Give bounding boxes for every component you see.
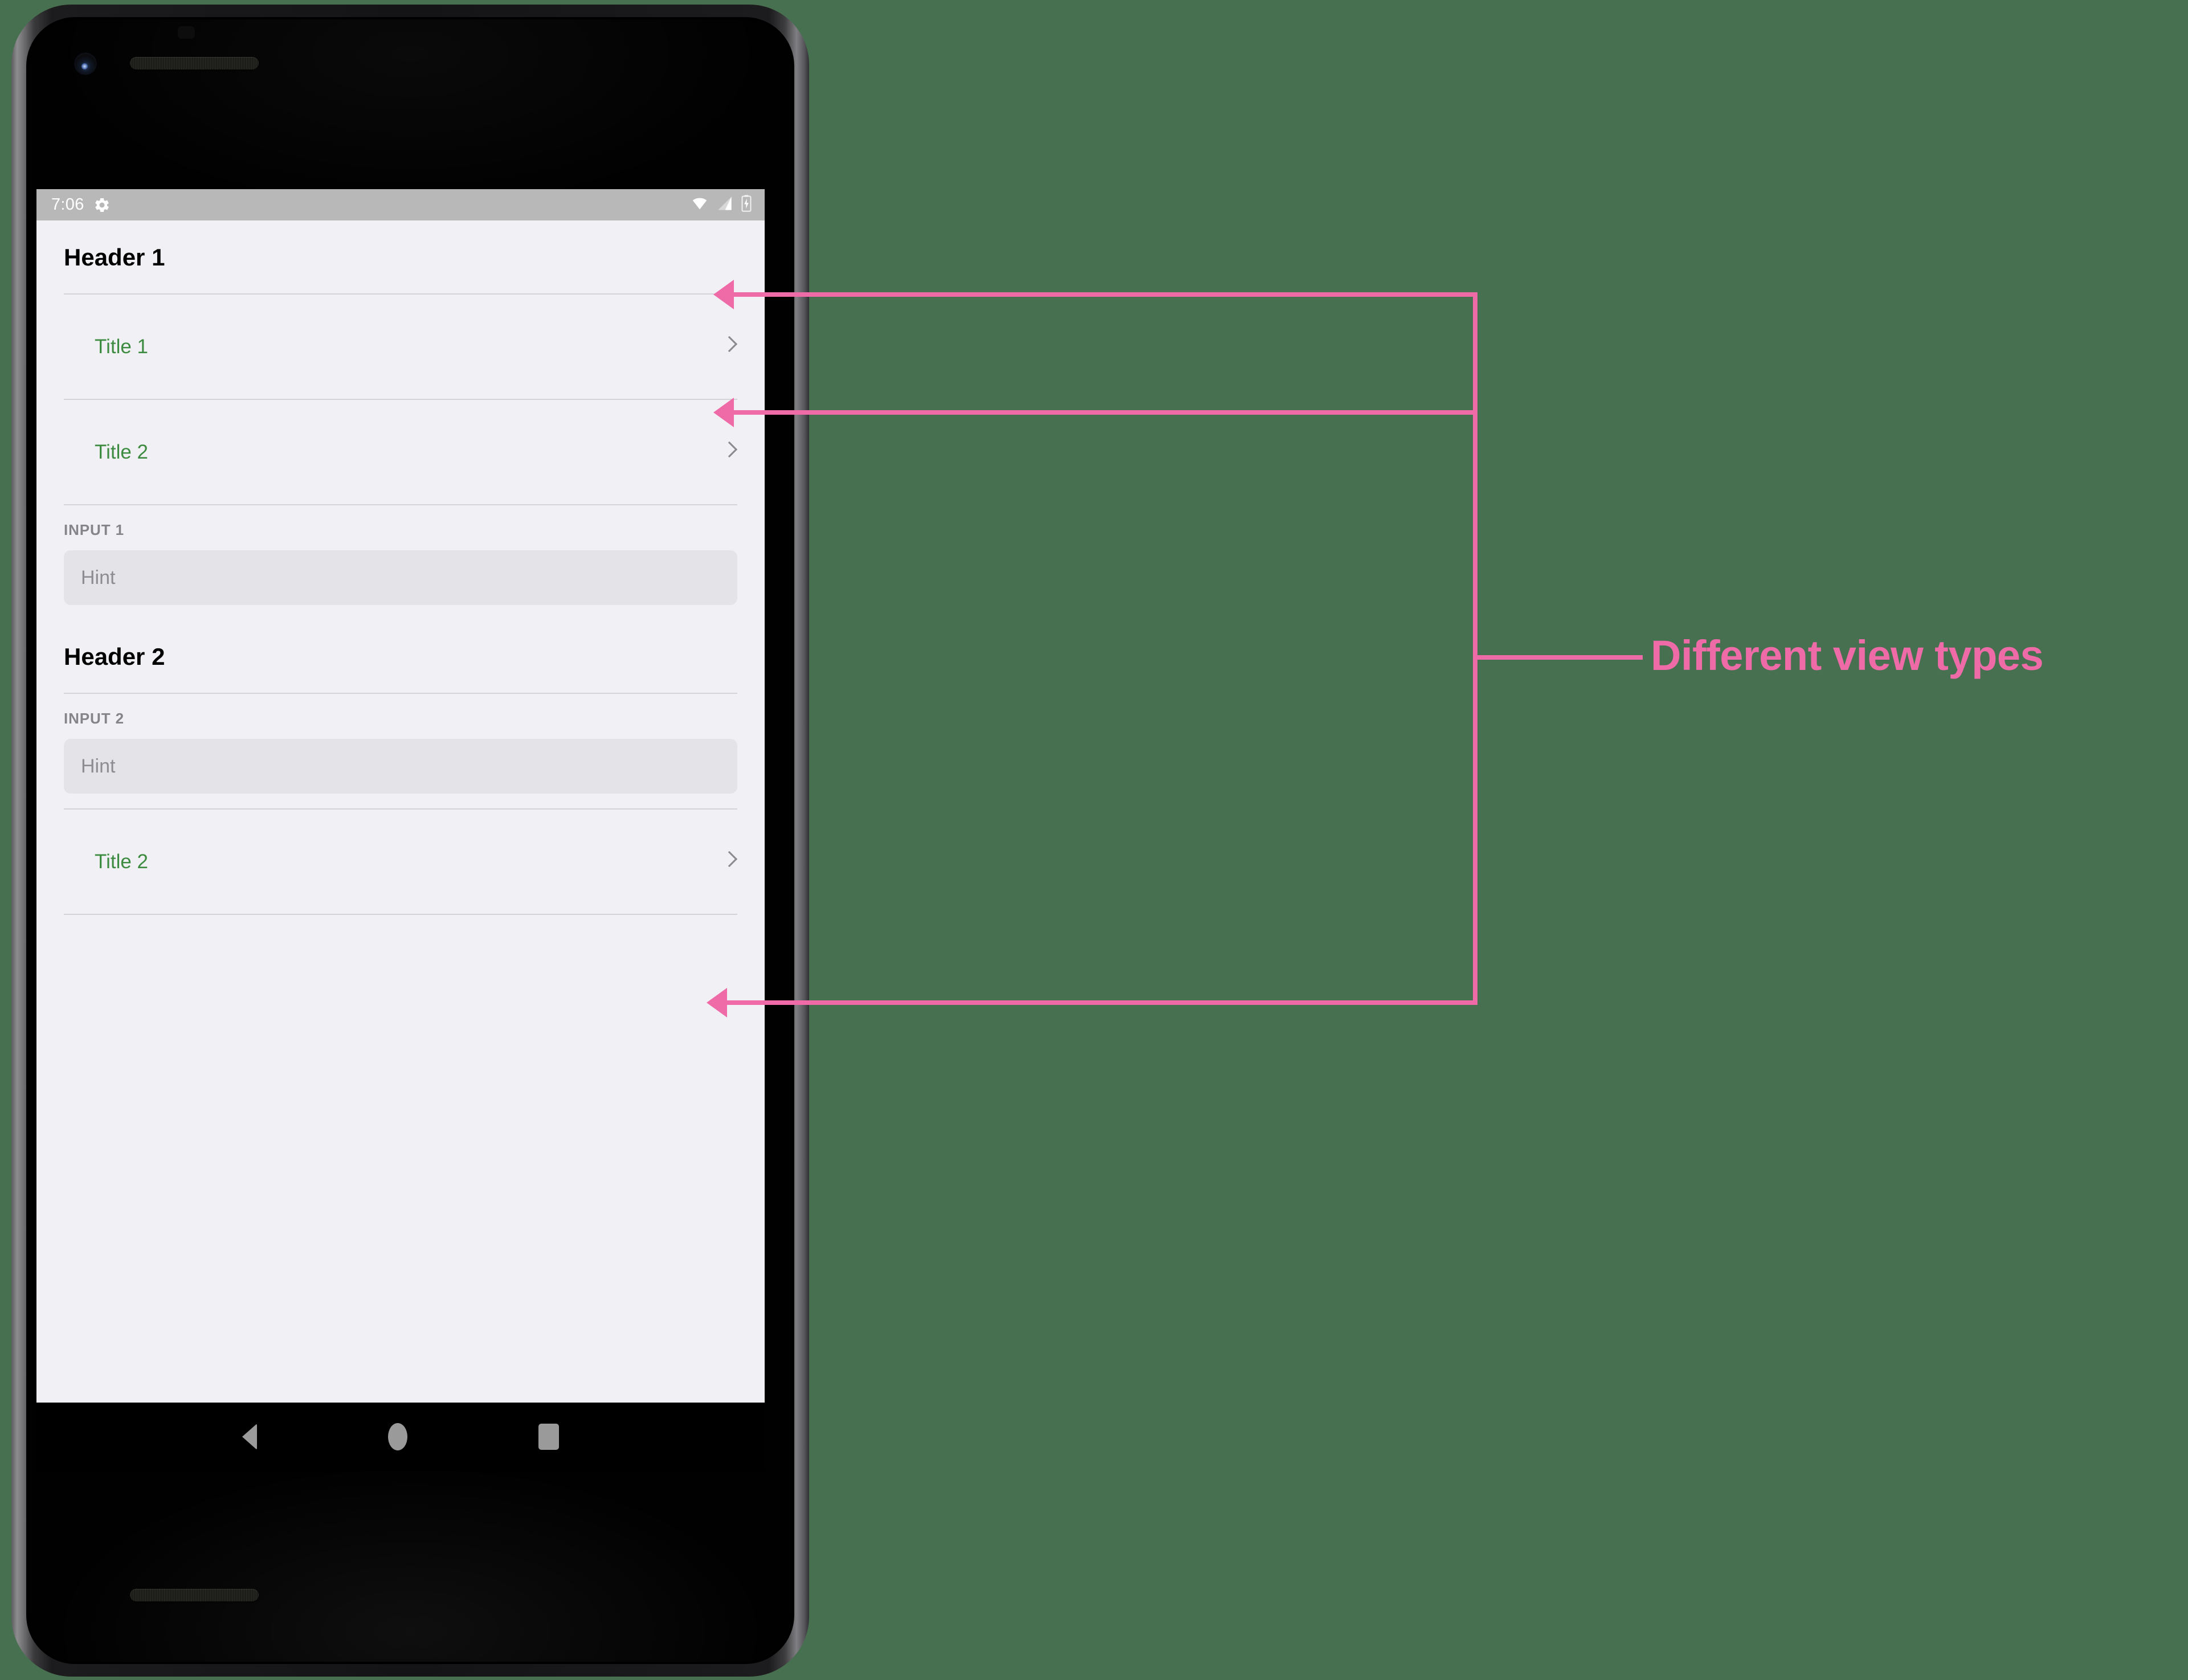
- list-item-label: Title 2: [95, 850, 149, 873]
- list-item-label: Title 2: [95, 440, 149, 463]
- status-icons: [691, 195, 752, 215]
- input-1-hint: Hint: [81, 566, 116, 588]
- front-camera-icon: [75, 54, 96, 74]
- section-header-1: Header 1: [64, 244, 165, 271]
- annotation-connector-vertical: [1473, 292, 1477, 1005]
- section-header-2-wrap: Header 2: [36, 620, 765, 694]
- chevron-right-icon: [722, 849, 737, 874]
- annotation-line-box-top-right: [1473, 292, 1477, 415]
- wifi-icon: [691, 195, 709, 214]
- section-header-2: Header 2: [64, 643, 165, 670]
- list-item-title-2[interactable]: Title 2: [36, 400, 765, 504]
- input-2-label: INPUT 2: [64, 710, 124, 727]
- bottom-speaker-icon: [130, 1589, 259, 1601]
- annotation-line-header1: [733, 292, 1477, 297]
- input-1-field[interactable]: Hint: [64, 550, 737, 605]
- chevron-right-icon: [722, 334, 737, 359]
- list-item-title-2-b[interactable]: Title 2: [36, 810, 765, 914]
- annotation-label: Different view types: [1651, 632, 2044, 679]
- status-time: 7:06: [51, 195, 84, 214]
- section-header-1-wrap: Header 1: [36, 220, 765, 295]
- input-2-field[interactable]: Hint: [64, 739, 737, 794]
- phone-screen: 7:06 Header 1 Title 1 Title 2 INPUT 1 Hi…: [36, 189, 765, 1403]
- chevron-right-icon: [722, 440, 737, 465]
- recents-button-icon[interactable]: [538, 1424, 559, 1450]
- annotation-connector-horizontal: [1477, 655, 1643, 660]
- home-button-icon[interactable]: [388, 1423, 407, 1450]
- earpiece-speaker-icon: [130, 57, 259, 70]
- list-item-title-1[interactable]: Title 1: [36, 295, 765, 399]
- gear-icon: [93, 197, 111, 214]
- status-bar: 7:06: [36, 189, 765, 220]
- battery-charging-icon: [741, 195, 752, 215]
- list-item-label: Title 1: [95, 335, 149, 358]
- input-2-hint: Hint: [81, 755, 116, 777]
- input-block-1: INPUT 1 Hint: [36, 505, 765, 620]
- input-block-2: INPUT 2 Hint: [36, 694, 765, 808]
- input-1-label: INPUT 1: [64, 521, 124, 538]
- proximity-sensor-icon: [178, 26, 195, 39]
- app-content: Header 1 Title 1 Title 2 INPUT 1 Hint He…: [36, 220, 765, 915]
- divider: [64, 914, 737, 915]
- annotation-line-title1: [733, 410, 1477, 415]
- android-navigation-bar: [36, 1403, 765, 1471]
- signal-icon: [717, 195, 733, 214]
- annotation-line-input2: [726, 1000, 1477, 1005]
- back-button-icon[interactable]: [242, 1424, 257, 1450]
- annotation-line-box-right: [1473, 410, 1477, 1003]
